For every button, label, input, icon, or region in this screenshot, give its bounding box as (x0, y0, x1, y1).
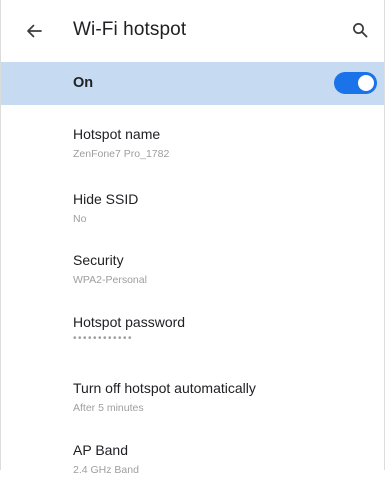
setting-hide-ssid[interactable]: Hide SSID No (1, 191, 384, 251)
setting-auto-off[interactable]: Turn off hotspot automatically After 5 m… (1, 380, 384, 440)
master-switch-row[interactable]: On (1, 62, 384, 105)
hotspot-toggle[interactable] (334, 72, 377, 94)
setting-hotspot-password[interactable]: Hotspot password •••••••••••• (1, 314, 384, 374)
back-button[interactable] (23, 21, 45, 41)
setting-title: Turn off hotspot automatically (73, 380, 256, 396)
master-switch-label: On (73, 75, 94, 91)
setting-value: WPA2-Personal (73, 274, 147, 286)
setting-value: 2.4 GHz Band (73, 464, 139, 476)
setting-value: ZenFone7 Pro_1782 (73, 148, 170, 160)
setting-title: AP Band (73, 442, 129, 458)
setting-ap-band[interactable]: AP Band 2.4 GHz Band (1, 442, 384, 502)
setting-value: After 5 minutes (73, 402, 144, 414)
page-title: Wi-Fi hotspot (73, 19, 187, 40)
setting-title: Hotspot name (73, 126, 161, 142)
search-button[interactable] (348, 18, 372, 42)
setting-title: Hide SSID (73, 191, 139, 207)
setting-security[interactable]: Security WPA2-Personal (1, 252, 384, 312)
setting-title: Hotspot password (73, 314, 186, 330)
setting-hotspot-name[interactable]: Hotspot name ZenFone7 Pro_1782 (1, 126, 384, 186)
setting-value: •••••••••••• (73, 333, 134, 344)
app-bar: Wi-Fi hotspot (1, 0, 384, 62)
setting-title: Security (73, 252, 124, 268)
arrow-left-icon (27, 24, 42, 38)
search-icon (353, 23, 368, 38)
setting-value: No (73, 213, 87, 225)
hotspot-settings-screen: Wi-Fi hotspot On Hotspot name ZenFone7 P… (0, 0, 385, 476)
toggle-knob (358, 75, 374, 91)
